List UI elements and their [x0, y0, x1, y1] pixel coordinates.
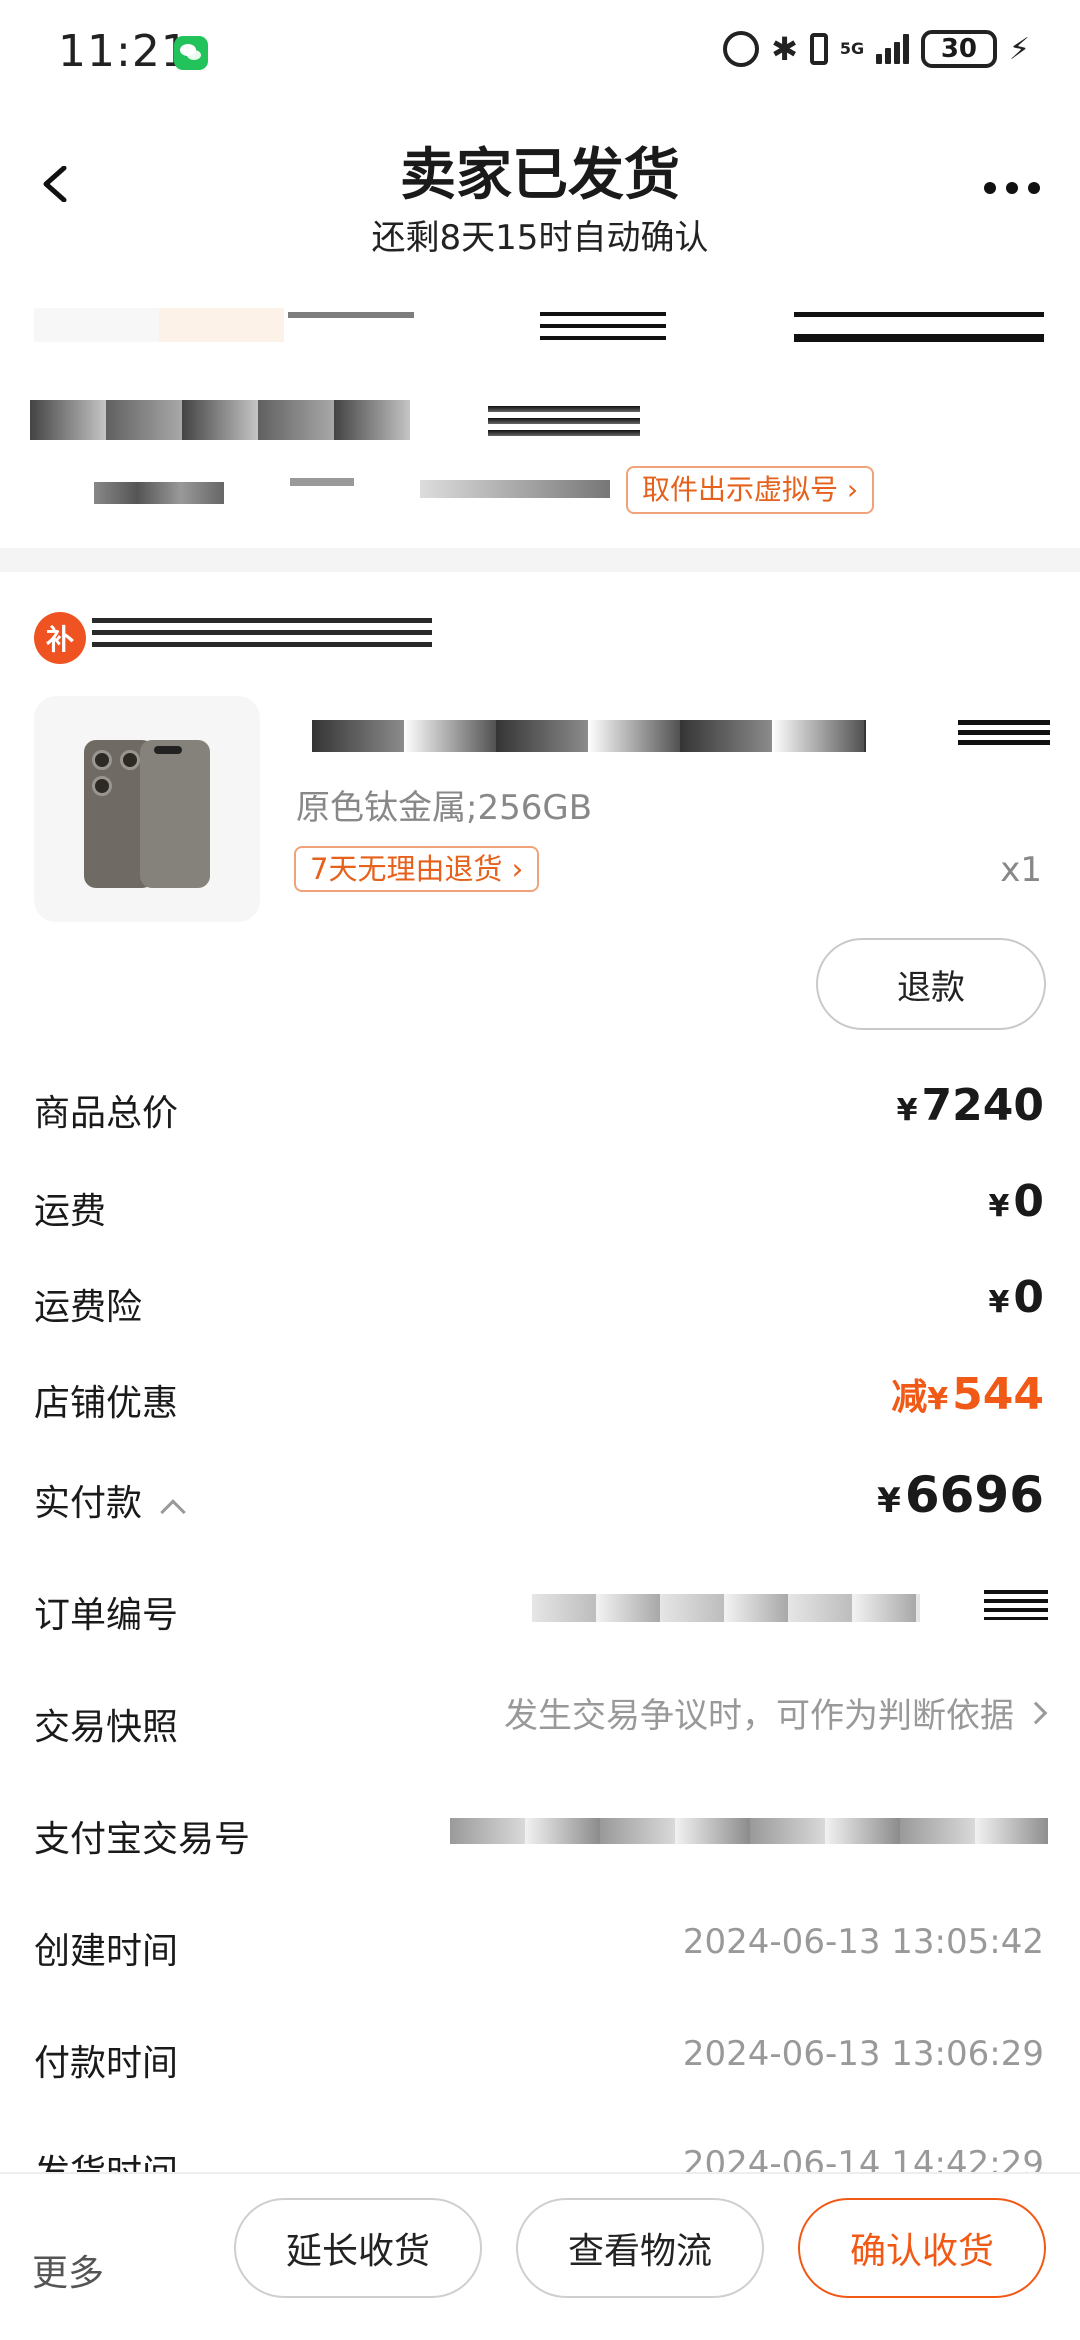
currency-symbol: ¥ — [988, 1285, 1010, 1320]
total-price-value: ¥7240 — [897, 1080, 1044, 1131]
order-number-label: 订单编号 — [34, 1595, 179, 1636]
redacted-product-title — [958, 720, 1050, 748]
extend-receipt-button[interactable]: 延长收货 — [234, 2198, 482, 2298]
redacted-shop-name — [92, 618, 432, 654]
redacted-block — [34, 308, 284, 342]
chevron-right-icon: › — [511, 852, 524, 886]
bluetooth-icon: ✱ — [771, 30, 798, 68]
redacted-block — [794, 312, 1044, 342]
total-price-label: 商品总价 — [34, 1093, 179, 1134]
page-header: 卖家已发货 还剩8天15时自动确认 — [0, 110, 1080, 270]
amount-paid-label: 实付款 — [34, 1483, 143, 1524]
page-title: 卖家已发货 — [400, 143, 680, 208]
redacted-product-title[interactable] — [312, 720, 866, 752]
total-price-amount: 7240 — [921, 1080, 1044, 1131]
shipping-address-section: 取件出示虚拟号 › — [0, 290, 1080, 550]
currency-symbol: ¥ — [877, 1481, 901, 1521]
shipping-insurance-amount: 0 — [1013, 1272, 1044, 1323]
redacted-block — [540, 312, 666, 346]
created-time-label: 创建时间 — [34, 1931, 179, 1972]
view-logistics-button[interactable]: 查看物流 — [516, 2198, 764, 2298]
confirm-receipt-button[interactable]: 确认收货 — [798, 2198, 1046, 2298]
chevron-up-icon — [160, 1499, 186, 1525]
more-actions-link[interactable]: 更多 — [32, 2244, 104, 2296]
shipping-fee-label: 运费 — [34, 1191, 107, 1232]
trade-snapshot-link[interactable]: 发生交易争议时，可作为判断依据 — [504, 1688, 1048, 1737]
created-time-value: 2024-06-13 13:05:42 — [682, 1922, 1044, 1962]
shipping-fee-value: ¥0 — [989, 1176, 1045, 1227]
shop-discount-label: 店铺优惠 — [34, 1383, 179, 1424]
alipay-trade-number-label: 支付宝交易号 — [34, 1819, 251, 1860]
currency-symbol: ¥ — [988, 1189, 1010, 1224]
shop-row[interactable]: 补 — [34, 612, 1034, 664]
redacted-block — [290, 478, 354, 486]
shop-badge-icon: 补 — [34, 612, 86, 664]
phone-front-image — [140, 740, 210, 888]
network-type-label: 5G — [839, 39, 865, 58]
section-divider — [0, 548, 1080, 572]
vibrate-icon — [809, 30, 828, 68]
signal-icon — [875, 34, 909, 64]
show-virtual-number-button[interactable]: 取件出示虚拟号 › — [626, 466, 875, 514]
currency-symbol: ¥ — [927, 1382, 949, 1417]
redacted-order-number — [532, 1594, 920, 1622]
currency-symbol: ¥ — [896, 1093, 918, 1128]
alarm-icon — [723, 30, 760, 68]
wechat-notification-icon — [174, 36, 208, 70]
amount-paid-value: ¥6696 — [877, 1466, 1044, 1524]
shipping-insurance-label: 运费险 — [34, 1287, 143, 1328]
payment-time-value: 2024-06-13 13:06:29 — [682, 2034, 1044, 2074]
return-policy-tag[interactable]: 7天无理由退货 › — [294, 846, 540, 892]
status-time: 11:21 — [58, 26, 190, 77]
auto-confirm-countdown: 还剩8天15时自动确认 — [371, 218, 709, 258]
shipping-fee-amount: 0 — [1013, 1176, 1044, 1227]
chevron-right-icon — [1024, 1701, 1048, 1724]
chevron-right-icon: › — [846, 473, 859, 506]
trade-snapshot-label: 交易快照 — [34, 1707, 179, 1748]
redacted-block — [488, 406, 640, 440]
status-bar: 11:21 ✱ 5G 30 ⚡ — [0, 0, 1080, 100]
shop-discount-amount: 544 — [952, 1369, 1044, 1420]
trade-snapshot-hint: 发生交易争议时，可作为判断依据 — [504, 1696, 1014, 1736]
discount-prefix: 减 — [891, 1377, 928, 1418]
battery-level: 30 — [940, 34, 978, 64]
bottom-action-bar: 更多 延长收货 查看物流 确认收货 — [0, 2172, 1080, 2340]
refund-button[interactable]: 退款 — [816, 938, 1046, 1030]
redacted-block — [94, 482, 224, 504]
redacted-alipay-number — [450, 1818, 1048, 1844]
battery-icon: 30 — [920, 30, 997, 68]
product-quantity: x1 — [1000, 850, 1042, 890]
redacted-order-number — [984, 1590, 1048, 1620]
shop-discount-value: 减¥544 — [891, 1368, 1044, 1420]
status-icons: ✱ 5G 30 ⚡ — [723, 30, 1030, 68]
charging-icon: ⚡ — [1008, 31, 1030, 67]
virtual-number-label: 取件出示虚拟号 — [642, 473, 839, 506]
amount-paid-amount: 6696 — [904, 1466, 1044, 1524]
product-image[interactable] — [34, 696, 260, 922]
shipping-insurance-value: ¥0 — [989, 1272, 1045, 1323]
redacted-block — [288, 312, 414, 318]
return-policy-label: 7天无理由退货 — [310, 852, 503, 886]
redacted-block — [30, 400, 410, 440]
more-options-icon[interactable] — [984, 182, 1040, 194]
amount-paid-toggle[interactable]: 实付款 — [34, 1474, 186, 1526]
redacted-block — [420, 480, 610, 498]
product-variant: 原色钛金属;256GB — [296, 788, 593, 828]
payment-time-label: 付款时间 — [34, 2043, 179, 2084]
